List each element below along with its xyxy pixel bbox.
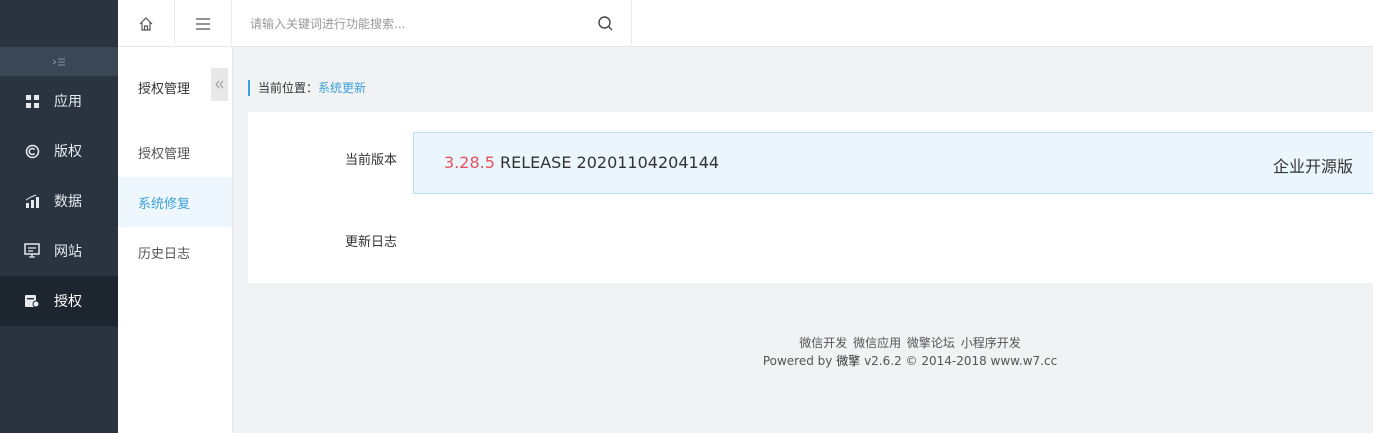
secondary-menu: 授权管理 授权管理 系统修复 历史日志 [118,47,233,433]
edition-label: 企业开源版 [1272,157,1353,176]
footer: 微信开发 微信应用 微擎论坛 小程序开发 Powered by 微擎 v2.6.… [610,334,1210,370]
submenu-item-history-log[interactable]: 历史日志 [118,227,232,277]
monitor-icon [24,243,40,259]
changelog-label: 更新日志 [345,235,398,250]
submenu-fold-button[interactable] [211,68,228,101]
sidebar-item-license[interactable]: 授权 [0,276,118,326]
version-number: 3.28.5 [444,153,495,172]
sidebar-item-apps[interactable]: 应用 [0,76,118,126]
search-icon[interactable] [597,15,614,32]
current-version-label: 当前版本 [345,153,398,168]
version-box: 3.28.5 RELEASE 20201104204144 企业开源版 [413,132,1373,194]
sidebar-item-label: 授权 [54,294,82,310]
sidebar-item-label: 版权 [54,144,82,160]
submenu-item-label: 历史日志 [138,246,191,262]
submenu-item-system-repair[interactable]: 系统修复 [118,177,232,227]
sidebar-item-website[interactable]: 网站 [0,226,118,276]
sidebar-item-data[interactable]: 数据 [0,176,118,226]
grid-icon [24,93,40,109]
home-icon [139,16,153,31]
submenu-item-license-manage[interactable]: 授权管理 [118,127,232,177]
top-bar [118,0,1373,47]
version-info: 3.28.5 RELEASE 20201104204144 [444,153,719,172]
license-icon [24,293,40,309]
search-input[interactable] [233,0,573,47]
sidebar-item-label: 应用 [54,94,82,110]
submenu-item-label: 系统修复 [138,196,191,212]
footer-link-wechat-apps[interactable]: 微信应用 [853,336,901,350]
sidebar-item-label: 数据 [54,194,82,210]
home-button[interactable] [118,0,175,47]
powered-prefix: Powered by [762,354,833,368]
powered-brand: 微擎 [836,354,861,368]
submenu-item-label: 授权管理 [138,146,191,162]
copyright-icon [24,143,40,159]
search-box [233,0,632,47]
footer-link-wechat-dev[interactable]: 微信开发 [799,336,847,350]
footer-powered: Powered by 微擎 v2.6.2 © 2014-2018 www.w7.… [610,352,1210,370]
breadcrumb-current-link[interactable]: 系统更新 [318,81,366,95]
double-chevron-left-icon [215,80,224,89]
bar-chart-icon [24,193,40,209]
sidebar-item-copyright[interactable]: 版权 [0,126,118,176]
breadcrumb-prefix: 当前位置： [258,81,319,95]
collapse-left-icon [52,58,65,65]
menu-button[interactable] [175,0,232,47]
menu-icon [196,17,210,30]
footer-links: 微信开发 微信应用 微擎论坛 小程序开发 [610,334,1210,352]
sidebar-collapse-toggle[interactable] [0,47,118,76]
footer-link-forum[interactable]: 微擎论坛 [907,336,955,350]
version-release: RELEASE 20201104204144 [499,153,720,172]
main-sidebar: 应用 版权 数据 网站 授权 [0,0,118,433]
footer-link-miniprogram[interactable]: 小程序开发 [961,336,1021,350]
update-panel: 当前版本 3.28.5 RELEASE 20201104204144 企业开源版… [248,112,1373,283]
breadcrumb: 当前位置：系统更新 [248,80,366,96]
powered-suffix: v2.6.2 © 2014-2018 www.w7.cc [864,354,1058,368]
sidebar-item-label: 网站 [54,244,82,260]
logo-area [0,0,118,47]
